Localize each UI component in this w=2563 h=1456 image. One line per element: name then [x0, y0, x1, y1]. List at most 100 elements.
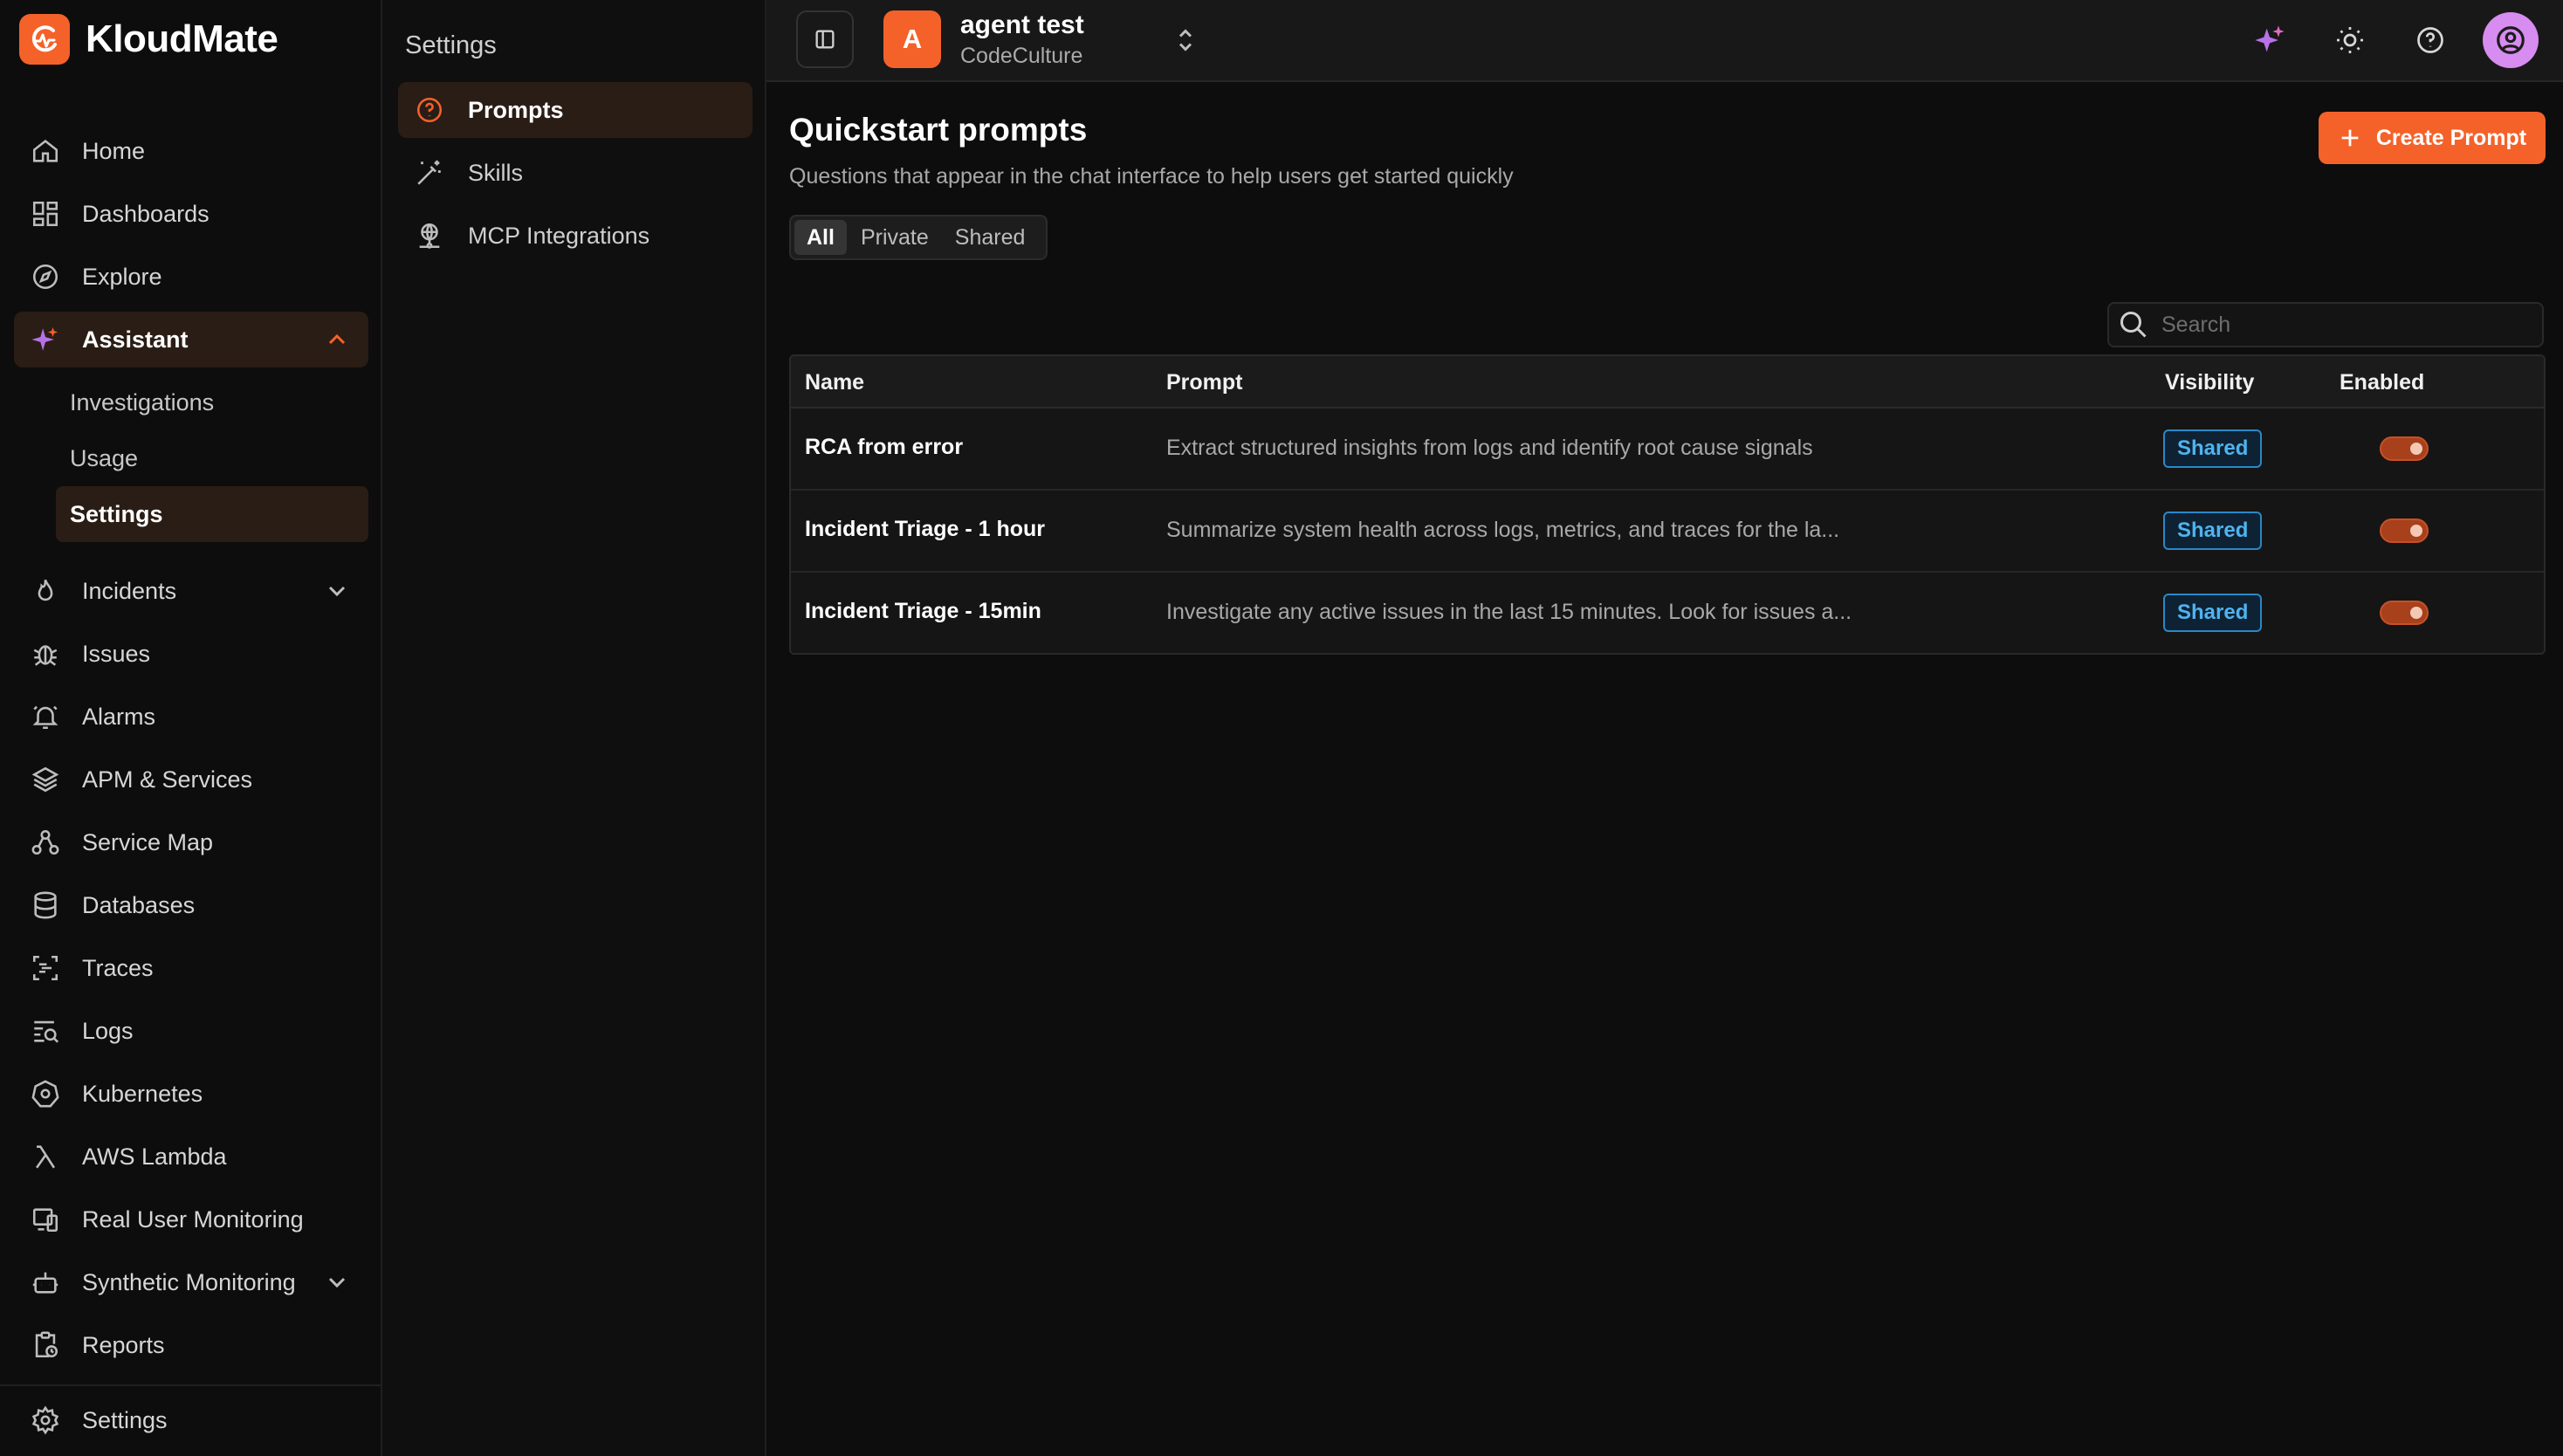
column-header-prompt: Prompt — [1166, 370, 1243, 395]
sidebar-subitem-usage[interactable]: Usage — [56, 430, 368, 486]
page-subtitle: Questions that appear in the chat interf… — [789, 164, 1514, 189]
workspace-avatar[interactable]: A — [883, 10, 941, 68]
column-header-enabled: Enabled — [2340, 370, 2425, 395]
prompt-name: RCA from error — [805, 435, 964, 459]
settings-item-skills[interactable]: Skills — [398, 145, 752, 201]
settings-item-label: MCP Integrations — [468, 222, 650, 249]
sidebar-item-explore[interactable]: Explore — [14, 249, 368, 305]
sidebar-toggle-button[interactable] — [796, 10, 854, 68]
kloudmate-logo-icon — [19, 14, 70, 65]
sidebar-item-kubernetes[interactable]: Kubernetes — [14, 1066, 368, 1122]
filter-tab-all[interactable]: All — [794, 220, 847, 255]
toggle-knob — [2410, 525, 2422, 537]
sidebar-item-incidents[interactable]: Incidents — [14, 563, 368, 619]
sidebar-item-reports[interactable]: Reports — [14, 1317, 368, 1373]
search-icon — [2118, 309, 2149, 340]
sidebar-item-assistant[interactable]: Assistant — [14, 312, 368, 367]
page-title: Quickstart prompts — [789, 112, 1088, 148]
prompt-text: Investigate any active issues in the las… — [1166, 600, 1852, 624]
lambda-icon — [30, 1141, 61, 1172]
table-row[interactable]: RCA from error Extract structured insigh… — [791, 409, 2544, 491]
sidebar-subitem-investigations[interactable]: Investigations — [56, 374, 368, 430]
sidebar-subitem-settings[interactable]: Settings — [56, 486, 368, 542]
settings-item-prompts[interactable]: Prompts — [398, 82, 752, 138]
panel-left-icon — [813, 27, 837, 52]
sidebar-item-aws-lambda[interactable]: AWS Lambda — [14, 1129, 368, 1185]
toggle-knob — [2410, 607, 2422, 619]
sidebar-divider — [0, 1384, 382, 1386]
workspace-name[interactable]: agent test — [960, 10, 1084, 40]
kubernetes-icon — [30, 1078, 61, 1109]
brand-name: KloudMate — [86, 17, 278, 60]
enabled-toggle[interactable] — [2380, 601, 2429, 625]
chevron-down-icon — [323, 577, 351, 605]
column-header-visibility: Visibility — [2165, 370, 2255, 395]
create-prompt-label: Create Prompt — [2375, 125, 2527, 150]
main-sidebar: KloudMate Home Dashboards Explore Assist… — [0, 0, 382, 1456]
top-bar: A agent test CodeCulture — [766, 0, 2563, 82]
sidebar-subitem-label: Investigations — [70, 388, 215, 416]
sidebar-item-label: Home — [82, 137, 146, 164]
settings-panel: Settings Prompts Skills MCP Integrations — [382, 0, 766, 1456]
sidebar-item-real-user-monitoring[interactable]: Real User Monitoring — [14, 1192, 368, 1247]
sidebar-item-label: Service Map — [82, 828, 214, 855]
dashboards-icon — [30, 198, 61, 230]
table-row[interactable]: Incident Triage - 15min Investigate any … — [791, 573, 2544, 653]
workspace-switch-chevrons-icon[interactable] — [1170, 24, 1201, 56]
sidebar-item-label: Logs — [82, 1017, 134, 1044]
visibility-filter: All Private Shared — [789, 215, 1048, 260]
brand-logo[interactable]: KloudMate — [19, 14, 278, 65]
user-circle-icon — [2494, 24, 2527, 57]
network-globe-icon — [414, 220, 445, 251]
column-header-name: Name — [805, 370, 865, 395]
sidebar-item-traces[interactable]: Traces — [14, 940, 368, 996]
main-content: Quickstart prompts Questions that appear… — [766, 82, 2563, 1456]
table-row[interactable]: Incident Triage - 1 hour Summarize syste… — [791, 491, 2544, 573]
enabled-toggle[interactable] — [2380, 519, 2429, 543]
theme-sun-icon[interactable] — [2331, 21, 2369, 59]
databases-icon — [30, 889, 61, 921]
sidebar-item-label: Settings — [82, 1406, 168, 1433]
sidebar-item-dashboards[interactable]: Dashboards — [14, 186, 368, 242]
sidebar-subitem-label: Settings — [70, 500, 163, 527]
help-icon[interactable] — [2411, 21, 2450, 59]
sidebar-item-alarms[interactable]: Alarms — [14, 689, 368, 745]
filter-tab-shared[interactable]: Shared — [943, 220, 1038, 255]
search-box — [2107, 302, 2544, 347]
prompts-table: Name Prompt Visibility Enabled RCA from … — [789, 354, 2546, 655]
logs-icon — [30, 1015, 61, 1047]
sidebar-item-home[interactable]: Home — [14, 123, 368, 179]
create-prompt-button[interactable]: Create Prompt — [2319, 112, 2546, 164]
settings-item-label: Skills — [468, 159, 524, 186]
settings-gear-icon — [30, 1404, 61, 1436]
sidebar-item-synthetic-monitoring[interactable]: Synthetic Monitoring — [14, 1254, 368, 1310]
ai-sparkle-icon[interactable] — [2250, 21, 2289, 59]
sidebar-item-label: Real User Monitoring — [82, 1205, 304, 1233]
chevron-down-icon — [323, 1268, 351, 1296]
settings-item-mcp-integrations[interactable]: MCP Integrations — [398, 208, 752, 264]
sidebar-item-label: Traces — [82, 954, 154, 981]
visibility-badge: Shared — [2163, 512, 2263, 550]
enabled-toggle[interactable] — [2380, 436, 2429, 461]
synthetic-robot-icon — [30, 1267, 61, 1298]
apm-layers-icon — [30, 764, 61, 795]
search-input[interactable] — [2161, 312, 2528, 338]
filter-tab-private[interactable]: Private — [849, 220, 941, 255]
magic-wand-icon — [414, 157, 445, 189]
sidebar-item-issues[interactable]: Issues — [14, 626, 368, 682]
table-header: Name Prompt Visibility Enabled — [791, 356, 2544, 409]
sidebar-item-label: AWS Lambda — [82, 1143, 227, 1170]
sidebar-item-service-map[interactable]: Service Map — [14, 814, 368, 870]
explore-icon — [30, 261, 61, 292]
visibility-badge: Shared — [2163, 594, 2263, 632]
assistant-sparkle-icon — [30, 324, 61, 355]
prompt-name: Incident Triage - 1 hour — [805, 517, 1046, 541]
sidebar-item-databases[interactable]: Databases — [14, 877, 368, 933]
sidebar-item-label: Dashboards — [82, 200, 210, 227]
sidebar-item-logs[interactable]: Logs — [14, 1003, 368, 1059]
sidebar-item-apm-services[interactable]: APM & Services — [14, 752, 368, 807]
sidebar-item-settings[interactable]: Settings — [14, 1392, 368, 1448]
prompt-text: Extract structured insights from logs an… — [1166, 436, 1813, 460]
prompt-name: Incident Triage - 15min — [805, 599, 1041, 623]
user-avatar[interactable] — [2483, 12, 2539, 68]
